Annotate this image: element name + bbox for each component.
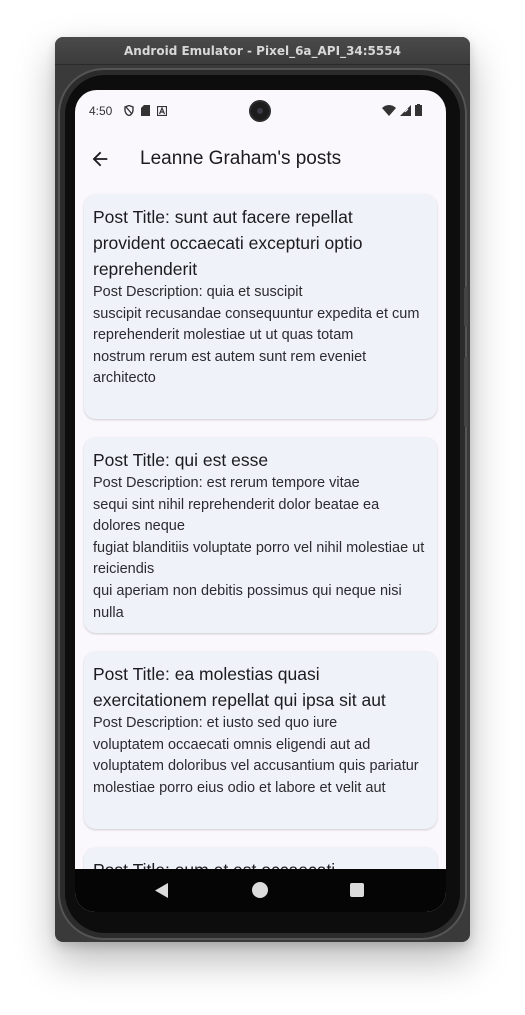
wifi-icon xyxy=(382,104,396,116)
vpn-shield-icon xyxy=(124,105,134,116)
posts-list[interactable]: Post Title: sunt aut facere repellat pro… xyxy=(75,184,446,870)
post-card[interactable]: Post Title: sunt aut facere repellat pro… xyxy=(84,194,437,419)
post-description: Post Description: et iusto sed quo iure … xyxy=(93,715,419,796)
window-title: Android Emulator - Pixel_6a_API_34:5554 xyxy=(55,37,470,65)
page-title: Leanne Graham's posts xyxy=(140,148,342,169)
front-camera xyxy=(249,100,271,122)
battery-icon xyxy=(415,104,422,116)
nav-recents-icon[interactable] xyxy=(350,883,364,897)
app-bar: Leanne Graham's posts xyxy=(75,134,446,184)
post-title: Post Title: qui est esse xyxy=(93,450,269,470)
status-left-icons xyxy=(124,105,167,116)
power-button[interactable] xyxy=(464,287,468,327)
notification-a-icon xyxy=(157,105,167,116)
status-right-icons xyxy=(382,104,422,116)
cell-signal-icon xyxy=(400,104,411,116)
arrow-back-icon[interactable] xyxy=(89,148,111,170)
nav-back-icon[interactable] xyxy=(155,883,168,898)
post-card[interactable]: Post Title: qui est esse Post Descriptio… xyxy=(84,437,437,633)
system-nav-bar xyxy=(75,869,446,912)
post-description: Post Description: est rerum tempore vita… xyxy=(93,475,425,621)
post-title: Post Title: ea molestias quasi exercitat… xyxy=(93,664,386,710)
post-description: Post Description: quia et suscipit susci… xyxy=(93,284,420,387)
volume-button[interactable] xyxy=(464,357,468,427)
sd-card-icon xyxy=(141,105,150,116)
nav-home-icon[interactable] xyxy=(252,882,268,898)
post-card[interactable]: Post Title: eum et est occaecati xyxy=(84,847,437,870)
status-bar: 4:50 xyxy=(75,90,446,134)
device-screen: 4:50 Leanne Graham's posts Post Title: s… xyxy=(75,90,446,912)
post-card[interactable]: Post Title: ea molestias quasi exercitat… xyxy=(84,651,437,829)
post-title: Post Title: sunt aut facere repellat pro… xyxy=(93,207,363,279)
status-time: 4:50 xyxy=(89,104,113,118)
